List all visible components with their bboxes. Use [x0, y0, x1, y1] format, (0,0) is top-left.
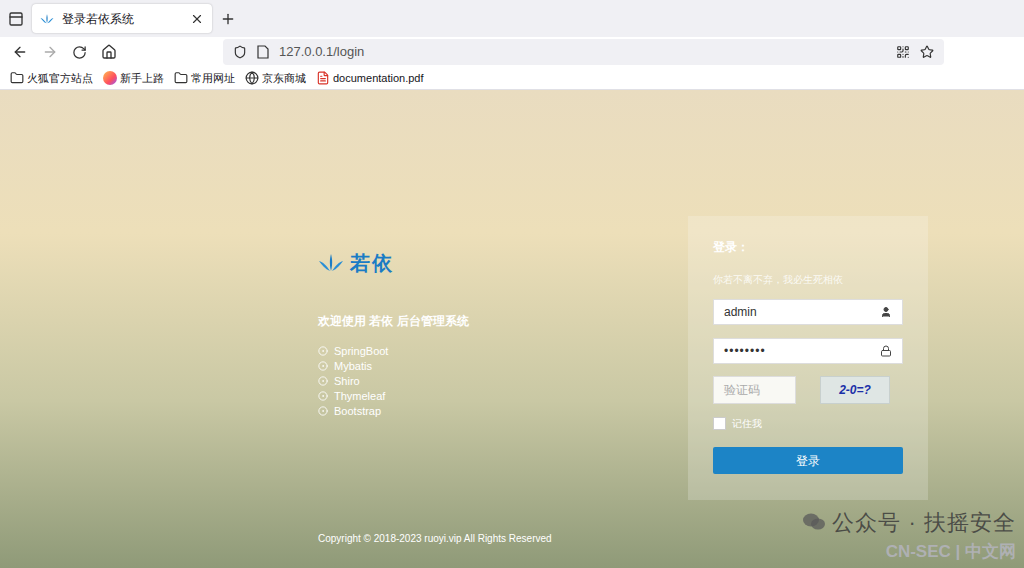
user-icon [880, 306, 892, 318]
globe-icon [245, 71, 259, 85]
url-text: 127.0.0.1/login [279, 42, 886, 62]
tab-list-icon[interactable] [8, 11, 24, 27]
home-icon[interactable] [101, 44, 117, 60]
bookmark-item[interactable]: documentation.pdf [316, 70, 424, 87]
nav-bar: 127.0.0.1/login [0, 37, 1024, 67]
close-icon[interactable] [190, 12, 204, 26]
forward-icon[interactable] [42, 44, 58, 60]
star-icon[interactable] [920, 45, 934, 59]
remember-row: 记住我 [713, 416, 903, 431]
tab-favicon-icon [40, 13, 54, 25]
ruoyi-logo-icon [318, 253, 344, 273]
watermark: 公众号 · 扶摇安全CN-SEC | 中文网 [802, 506, 1016, 565]
bookmarks-bar: 火狐官方站点新手上路常用网址京东商城 documentation.pdf [0, 67, 1024, 90]
folder-icon [10, 71, 24, 85]
bookmark-item[interactable]: 新手上路 [103, 70, 164, 87]
password-field[interactable]: •••••••• [713, 338, 903, 364]
login-heading: 登录： [713, 238, 903, 256]
pdf-icon [316, 71, 330, 85]
firefox-icon [103, 71, 117, 85]
page-icon [257, 45, 269, 59]
welcome-text: 欢迎使用 若依 后台管理系统 [318, 312, 688, 330]
bookmark-item[interactable]: 京东商城 [245, 70, 306, 87]
page-content: 若依欢迎使用 若依 后台管理系统 SpringBootMybatisShiroTh… [0, 90, 1024, 500]
captcha-image[interactable]: 2-0=? [820, 376, 890, 404]
login-page: 若依欢迎使用 若依 后台管理系统 SpringBootMybatisShiroTh… [0, 90, 1024, 568]
logo: 若依 [318, 248, 688, 278]
back-icon[interactable] [12, 44, 28, 60]
browser-tab[interactable]: 登录若依系统 [32, 4, 212, 33]
feature-list: SpringBootMybatisShiroThymeleafBootstrap [318, 344, 688, 418]
bullet-icon [318, 346, 328, 356]
feature-item: Mybatis [318, 359, 688, 373]
lock-icon [880, 345, 892, 357]
username-field[interactable]: admin [713, 299, 903, 325]
browser-window: 登录若依系统 127.0.0.1/login 火狐官方站点新手上路常用网址京东商城 d… [0, 0, 1024, 568]
remember-checkbox[interactable] [713, 417, 726, 430]
bookmark-item[interactable]: 火狐官方站点 [10, 70, 93, 87]
bullet-icon [318, 376, 328, 386]
bullet-icon [318, 361, 328, 371]
feature-item: Bootstrap [318, 404, 688, 418]
wechat-icon [802, 512, 826, 532]
qr-icon[interactable] [896, 45, 910, 59]
feature-item: Thymeleaf [318, 389, 688, 403]
url-bar[interactable]: 127.0.0.1/login [223, 39, 944, 65]
captcha-field[interactable]: 验证码 [713, 376, 796, 404]
login-button[interactable]: 登录 [713, 447, 903, 474]
new-tab-icon[interactable] [220, 11, 236, 27]
folder-icon [174, 71, 188, 85]
feature-item: Shiro [318, 374, 688, 388]
shield-icon [233, 45, 247, 59]
login-subtitle: 你若不离不弃，我必生死相依 [713, 272, 903, 287]
captcha-row: 验证码 2-0=? [713, 376, 903, 404]
reload-icon[interactable] [72, 45, 87, 60]
feature-item: SpringBoot [318, 344, 688, 358]
intro-column: 若依欢迎使用 若依 后台管理系统 SpringBootMybatisShiroTh… [318, 248, 688, 418]
bullet-icon [318, 391, 328, 401]
tab-strip: 登录若依系统 [0, 0, 1024, 37]
bullet-icon [318, 406, 328, 416]
tab-title: 登录若依系统 [62, 10, 182, 28]
login-panel: 登录： 你若不离不弃，我必生死相依 admin •••••••• 验证码 2-0=? 记住我… [688, 216, 928, 500]
bookmark-item[interactable]: 常用网址 [174, 70, 235, 87]
